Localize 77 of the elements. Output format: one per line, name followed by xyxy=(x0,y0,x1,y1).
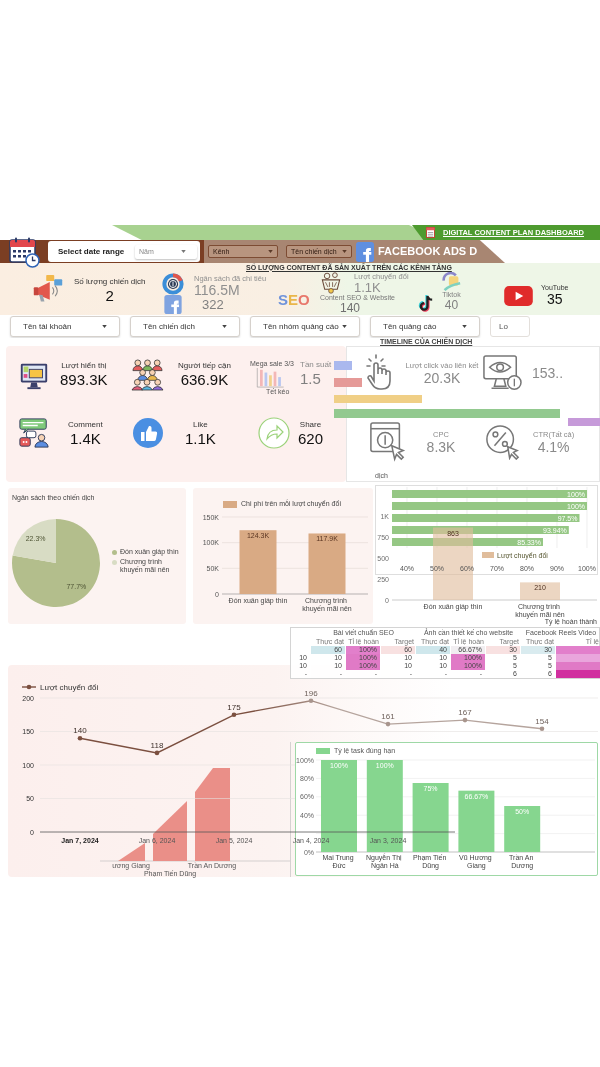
metric-value: 1.4K xyxy=(69,429,101,447)
caret-icon xyxy=(342,325,347,328)
mini-timeline-drawing xyxy=(256,368,284,388)
metric-value: 140 xyxy=(340,302,361,314)
metric-value: 1.5 xyxy=(300,370,321,387)
metric-label: Người tiếp cận xyxy=(178,361,231,371)
metric-label: Like xyxy=(193,419,208,430)
comment-bubbles-icon xyxy=(18,417,50,449)
report-title: FACEBOOK ADS D xyxy=(378,245,478,258)
filter-dropdown[interactable]: Tên quảng cáo xyxy=(370,316,480,337)
seo-logo: SEO xyxy=(278,291,310,308)
date-range-label: Select date range xyxy=(58,246,125,257)
percent-cursor-icon xyxy=(485,424,521,460)
point-label: 167 xyxy=(458,708,472,718)
point-label: 175 xyxy=(227,702,241,712)
metric-value: 35 xyxy=(546,292,563,307)
data-point xyxy=(308,698,314,703)
metric-value: 322 xyxy=(202,298,224,312)
metric-label: Lượt hiển thị xyxy=(61,361,107,371)
data-point xyxy=(77,735,83,741)
metric-value: 1.1K xyxy=(354,281,381,294)
people-group-icon xyxy=(130,358,165,391)
metric-value: 20.3K xyxy=(423,369,461,386)
bar xyxy=(118,843,145,861)
caret-icon xyxy=(462,325,467,328)
data-point xyxy=(154,750,160,756)
timeline-bar xyxy=(568,418,600,426)
filter-dropdown[interactable]: Lo xyxy=(490,316,530,337)
point-label: 118 xyxy=(150,740,164,750)
legend-label: Lượt chuyển đổi xyxy=(40,683,99,692)
metric-label: Share xyxy=(299,419,322,430)
browser-coin-cursor-icon xyxy=(369,421,407,463)
data-point xyxy=(385,721,391,727)
timeline-bar xyxy=(334,361,352,370)
filter-dropdown[interactable]: Tên nhóm quảng cáo xyxy=(250,316,360,337)
caret-icon xyxy=(102,325,107,328)
abstract-icon xyxy=(441,272,462,291)
facebook-icon xyxy=(356,241,374,262)
metric-label: Số lượng chiến dịch xyxy=(74,276,146,287)
basket-coins-icon xyxy=(320,272,342,294)
metric-value: 153.. xyxy=(532,365,564,381)
metric-value: 8.3K xyxy=(426,438,456,455)
metric-label: Comment xyxy=(68,419,103,430)
metric-value: 4.1% xyxy=(537,438,570,455)
metric-value: 636.9K xyxy=(180,371,229,388)
bar xyxy=(520,582,560,600)
point-label: 196 xyxy=(304,688,318,698)
metric-value: 620 xyxy=(298,429,324,447)
caret-icon xyxy=(342,250,347,253)
timeline-bar xyxy=(334,378,362,387)
point-label: 161 xyxy=(381,712,395,722)
bar xyxy=(153,801,187,861)
legend-dot-icon xyxy=(112,549,117,555)
filter-dropdown[interactable]: Tên tài khoản xyxy=(10,316,120,337)
metric-value: 893.3K xyxy=(60,371,108,388)
donut-coin-icon xyxy=(162,273,184,295)
youtube-icon xyxy=(504,285,533,306)
metric-label: Tần suất xyxy=(300,360,332,370)
facebook-icon xyxy=(164,295,182,314)
point-label: 154 xyxy=(535,716,549,726)
filter-dropdown[interactable]: Tên chiến dịch xyxy=(130,316,240,337)
metric-value: 116.5M xyxy=(194,283,240,298)
data-point xyxy=(462,717,468,723)
metric-value: 40 xyxy=(444,299,459,312)
caret-icon xyxy=(268,250,273,253)
point-label: 140 xyxy=(73,726,87,736)
data-point xyxy=(539,726,545,732)
tiktok-icon xyxy=(418,294,435,313)
spreadsheet-icon xyxy=(426,227,435,238)
metric-value: 1.1K xyxy=(185,429,216,447)
metric-value: 2 xyxy=(105,286,114,304)
data-point xyxy=(231,712,237,718)
thumbs-up-icon xyxy=(133,418,163,448)
caret-icon xyxy=(222,325,227,328)
monitor-eye-icon xyxy=(482,354,522,392)
legend-dot-icon xyxy=(112,559,117,565)
caret-icon xyxy=(181,250,186,253)
